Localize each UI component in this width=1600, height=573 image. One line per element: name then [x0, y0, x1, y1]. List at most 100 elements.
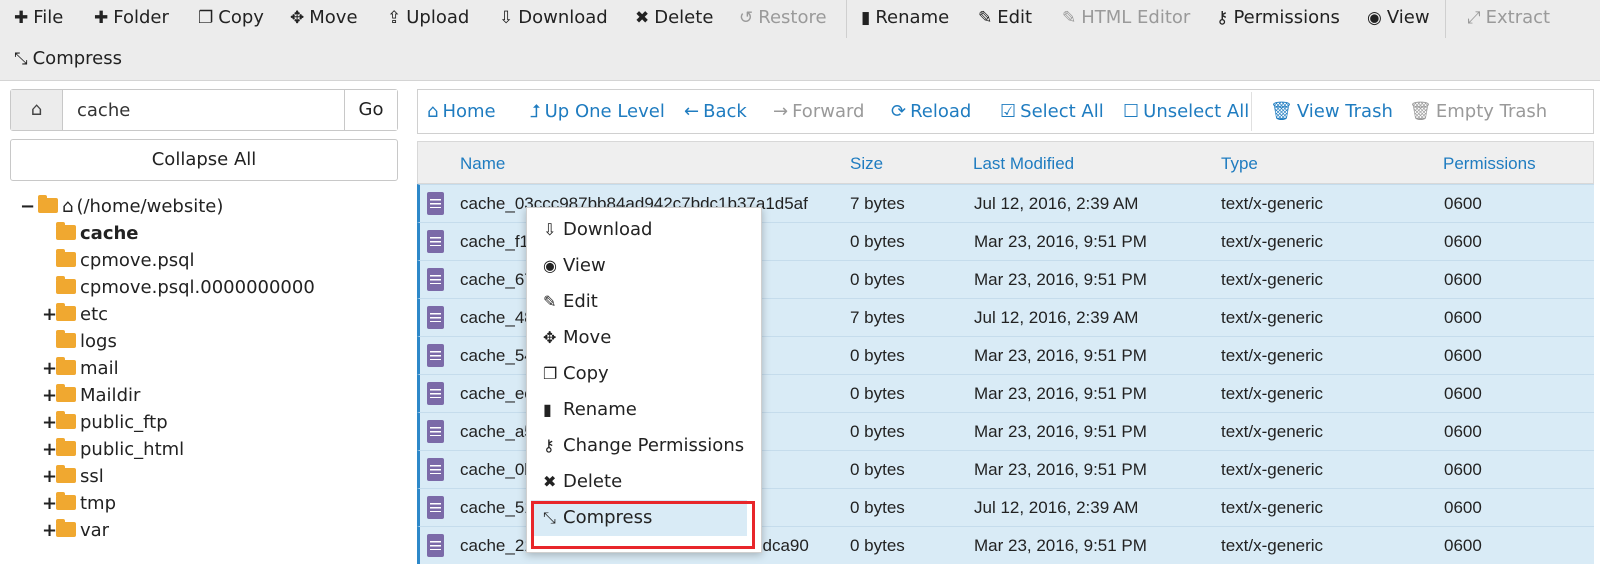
toolbar-html-editor-button[interactable]: ✎ HTML Editor [1062, 0, 1190, 36]
expand-toggle-icon[interactable]: + [42, 463, 57, 490]
file-icon [427, 344, 444, 367]
nav-forward-button[interactable]: → Forward [773, 90, 864, 133]
nav-view-trash-button[interactable]: 🗑 View Trash [1270, 90, 1393, 133]
toolbar-extract-button[interactable]: ⤢ Extract [1467, 0, 1550, 36]
cell-type: text/x-generic [1221, 346, 1324, 365]
toolbar-folder-button[interactable]: ✚ Folder [94, 0, 169, 36]
folder-icon [56, 465, 76, 483]
toolbar-move-button[interactable]: ✥ Move [290, 0, 358, 36]
toolbar-label: Folder [113, 7, 169, 28]
toolbar-rename-button[interactable]: ▮ Rename [861, 0, 949, 36]
cell-perms: 0600 [1444, 194, 1482, 213]
toolbar-upload-button[interactable]: ⇪ Upload [387, 0, 469, 36]
toolbar-label: Upload [406, 7, 470, 28]
column-type[interactable]: Type [1221, 142, 1258, 185]
cell-perms: 0600 [1444, 346, 1482, 365]
menu-item-label: Edit [563, 291, 598, 312]
expand-toggle-icon[interactable]: + [42, 436, 57, 463]
cell-perms: 0600 [1444, 232, 1482, 251]
tree-item[interactable]: + tmp [42, 490, 116, 517]
select-all-icon: ☑ [1000, 101, 1017, 122]
nav-home-button[interactable]: ⌂ Home [427, 90, 496, 133]
trash-icon: 🗑 [1409, 101, 1432, 122]
folder-icon [56, 384, 76, 402]
tree-item[interactable]: cpmove.psql [42, 247, 195, 274]
toolbar-delete-button[interactable]: ✖ Delete [635, 0, 713, 36]
collapse-toggle-icon[interactable]: − [20, 193, 35, 220]
path-input[interactable] [63, 90, 355, 130]
edit-icon: ✎ [978, 8, 993, 28]
menu-item-rename[interactable]: ▮ Rename [527, 392, 763, 428]
copy-icon: ❐ [198, 8, 214, 28]
delete-icon: ✖ [635, 8, 650, 28]
menu-item-label: Copy [563, 363, 609, 384]
cell-size: 0 bytes [850, 232, 905, 251]
plus-icon: ✚ [14, 8, 29, 28]
tree-item[interactable]: + etc [42, 301, 108, 328]
collapse-all-button[interactable]: Collapse All [10, 139, 398, 181]
rename-icon: ▮ [543, 400, 552, 419]
file-icon [427, 496, 444, 519]
toolbar-compress-button[interactable]: ⤡ Compress [14, 41, 122, 77]
tree-item-label: var [80, 520, 110, 541]
nav-back-button[interactable]: ← Back [684, 90, 747, 133]
expand-toggle-icon[interactable]: + [42, 409, 57, 436]
toolbar-file-button[interactable]: ✚ File [14, 0, 63, 36]
toolbar-separator [1445, 0, 1446, 38]
column-permissions[interactable]: Permissions [1443, 142, 1536, 185]
tree-item[interactable]: + public_html [42, 436, 184, 463]
menu-item-change-permissions[interactable]: ⚷ Change Permissions [527, 428, 763, 464]
expand-toggle-icon[interactable]: + [42, 517, 57, 544]
tree-item[interactable]: cache [42, 220, 139, 247]
nav-up-one-level-button[interactable]: ⮥ Up One Level [530, 90, 665, 133]
tree-item[interactable]: logs [42, 328, 117, 355]
menu-item-edit[interactable]: ✎ Edit [527, 284, 763, 320]
expand-toggle-icon[interactable]: + [42, 490, 57, 517]
tree-item[interactable]: cpmove.psql.0000000000 [42, 274, 315, 301]
cell-perms: 0600 [1444, 460, 1482, 479]
tree-item-label: Maildir [80, 385, 141, 406]
expand-toggle-icon[interactable]: + [42, 355, 57, 382]
toolbar-restore-button[interactable]: ↺ Restore [739, 0, 827, 36]
cell-size: 0 bytes [850, 422, 905, 441]
menu-item-copy[interactable]: ❐ Copy [527, 356, 763, 392]
cell-modified: Mar 23, 2016, 9:51 PM [974, 270, 1147, 289]
copy-icon: ❐ [543, 364, 558, 383]
nav-separator [1251, 92, 1252, 131]
toolbar-view-button[interactable]: ◉ View [1367, 0, 1430, 36]
tree-item[interactable]: + ssl [42, 463, 104, 490]
nav-empty-trash-button[interactable]: 🗑 Empty Trash [1409, 90, 1547, 133]
home-icon: ⌂ [62, 196, 74, 217]
cell-size: 0 bytes [850, 346, 905, 365]
folder-icon [56, 411, 76, 429]
expand-toggle-icon[interactable]: + [42, 382, 57, 409]
toolbar-copy-button[interactable]: ❐ Copy [198, 0, 264, 36]
menu-item-view[interactable]: ◉ View [527, 248, 763, 284]
nav-unselect-all-button[interactable]: ☐ Unselect All [1123, 90, 1249, 133]
toolbar-edit-button[interactable]: ✎ Edit [978, 0, 1032, 36]
tree-item[interactable]: + Maildir [42, 382, 140, 409]
toolbar-download-button[interactable]: ⇩ Download [499, 0, 608, 36]
go-button[interactable]: Go [344, 90, 397, 130]
tree-item-label: public_ftp [80, 412, 168, 433]
column-last-modified[interactable]: Last Modified [973, 142, 1074, 185]
home-icon[interactable]: ⌂ [11, 90, 63, 130]
nav-reload-button[interactable]: ⟳ Reload [891, 90, 971, 133]
expand-toggle-icon[interactable]: + [42, 301, 57, 328]
tree-item[interactable]: + mail [42, 355, 119, 382]
nav-select-all-button[interactable]: ☑ Select All [1000, 90, 1104, 133]
toolbar-permissions-button[interactable]: ⚷ Permissions [1216, 0, 1340, 36]
menu-item-move[interactable]: ✥ Move [527, 320, 763, 356]
column-size[interactable]: Size [850, 142, 883, 185]
tree-item[interactable]: + public_ftp [42, 409, 168, 436]
up-level-icon: ⮥ [530, 101, 541, 122]
menu-item-download[interactable]: ⇩ Download [527, 212, 763, 248]
nav-bar: ⌂ Home ⮥ Up One Level ← Back → Forward ⟳ Reload ☑ S… [417, 89, 1594, 134]
nav-label: Back [703, 101, 747, 122]
cell-modified: Mar 23, 2016, 9:51 PM [974, 460, 1147, 479]
tree-item[interactable]: + var [42, 517, 109, 544]
tree-item[interactable]: − ⌂ (/home/website) [20, 193, 223, 220]
tree-item-label: cpmove.psql.0000000000 [80, 277, 315, 298]
column-name[interactable]: Name [460, 142, 505, 185]
menu-item-delete[interactable]: ✖ Delete [527, 464, 763, 500]
